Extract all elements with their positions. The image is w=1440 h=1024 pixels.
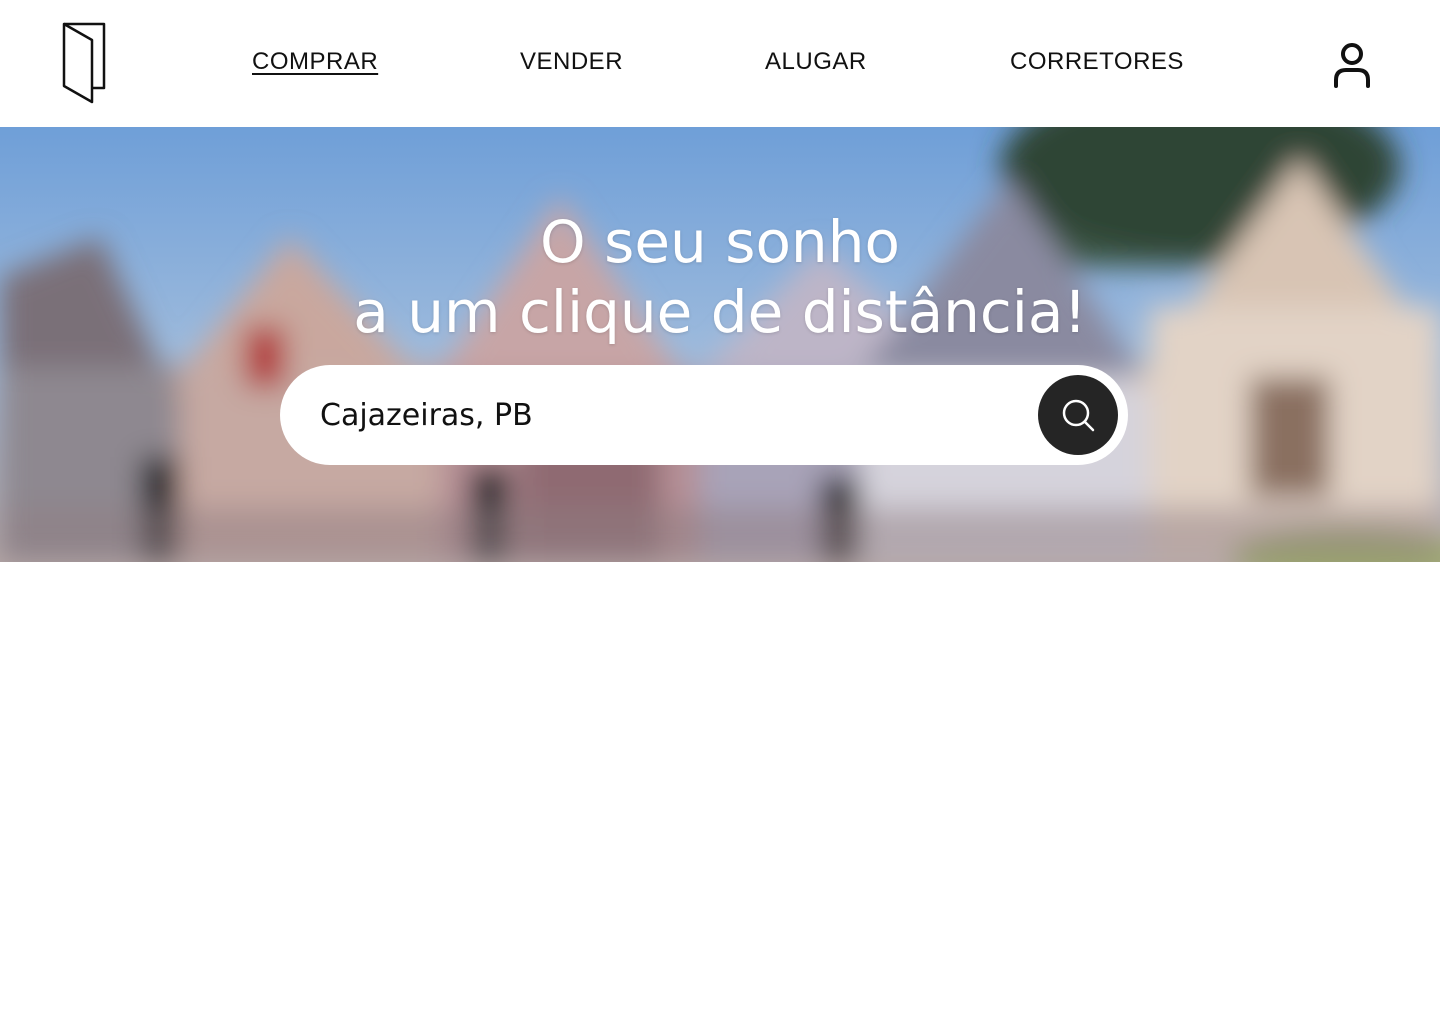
search-bar <box>280 365 1128 465</box>
door-logo-icon[interactable] <box>56 20 112 104</box>
nav-corretores[interactable]: CORRETORES <box>1010 48 1184 76</box>
search-button[interactable] <box>1038 375 1118 455</box>
hero-title: O seu sonho a um clique de distância! <box>0 207 1440 347</box>
hero-title-line-1: O seu sonho <box>540 208 900 276</box>
hero-banner: O seu sonho a um clique de distância! <box>0 127 1440 562</box>
search-icon <box>1062 399 1095 432</box>
search-input[interactable] <box>320 385 1020 445</box>
nav-comprar[interactable]: COMPRAR <box>252 48 378 76</box>
hero-title-line-2: a um clique de distância! <box>353 278 1087 346</box>
user-icon[interactable] <box>1328 40 1376 88</box>
nav-vender[interactable]: VENDER <box>520 48 623 76</box>
nav-alugar[interactable]: ALUGAR <box>765 48 867 76</box>
top-nav-bar: COMPRAR VENDER ALUGAR CORRETORES <box>0 0 1440 127</box>
